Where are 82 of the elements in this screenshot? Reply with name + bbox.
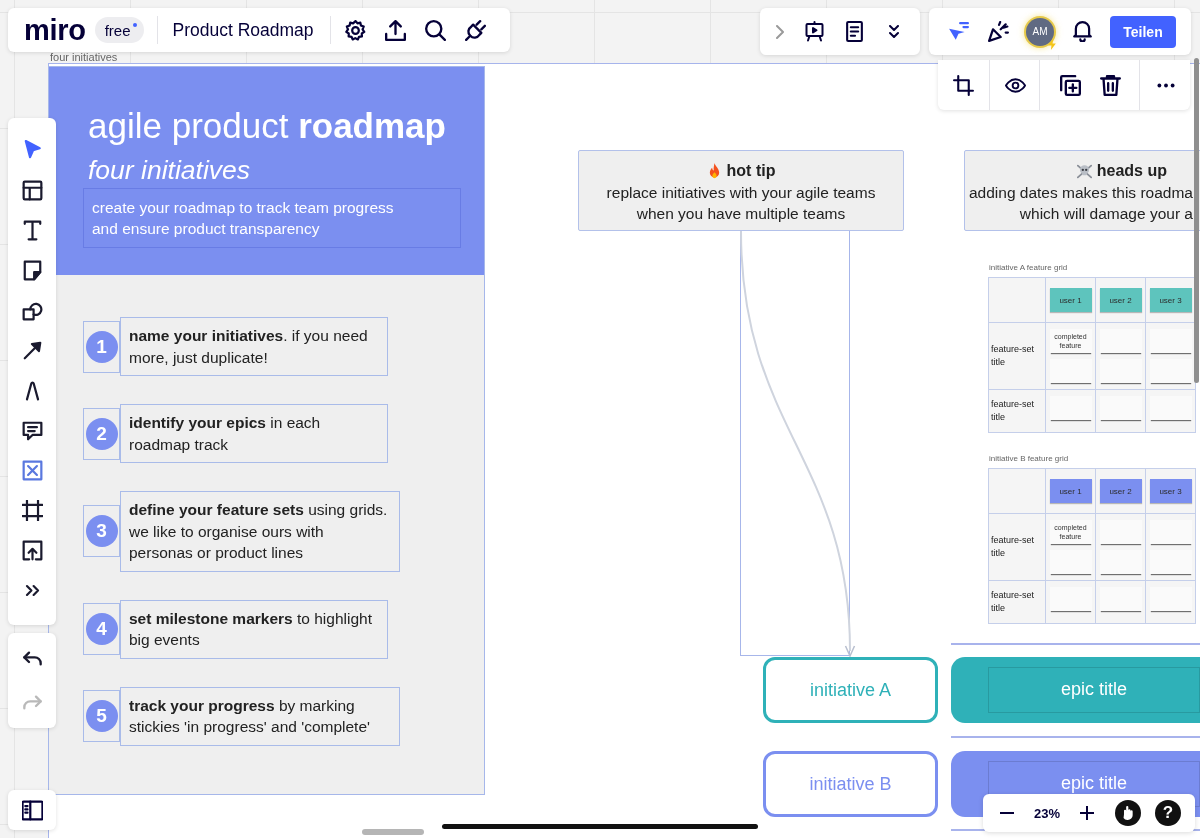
help-button[interactable]: ? <box>1155 800 1181 826</box>
bell-icon <box>1071 21 1093 42</box>
minus-icon <box>999 812 1015 814</box>
user-avatar[interactable]: AM <box>1026 17 1054 46</box>
row-label: feature-set title <box>989 581 1045 623</box>
trash-icon <box>1099 74 1121 96</box>
plan-badge[interactable]: free <box>94 17 144 43</box>
settings-icon <box>345 19 367 41</box>
vertical-scrollbar[interactable] <box>1194 58 1199 383</box>
skull-icon <box>1076 162 1092 180</box>
more-icon <box>1157 82 1175 88</box>
sticky-note <box>1049 550 1092 574</box>
sticky-note <box>1049 359 1092 383</box>
row-label: feature-set title <box>989 390 1045 432</box>
note-heading: heads up <box>1096 161 1167 181</box>
user-sticky: user 1 <box>1049 479 1092 503</box>
sticky-note <box>1049 396 1092 420</box>
step-text: name your initiatives. if you need more, just duplicate! <box>120 317 388 376</box>
grid-title: initiative B feature grid <box>988 454 1069 464</box>
search-icon <box>425 19 447 41</box>
sticky-note <box>1099 520 1142 544</box>
step-number: 2 <box>85 417 118 450</box>
note-text: adding dates makes this roadma which will damage your a <box>968 183 1194 224</box>
sidebar-icon <box>21 799 43 821</box>
hand-tool[interactable] <box>1115 800 1141 826</box>
user-sticky: user 1 <box>1049 288 1092 312</box>
user-sticky: user 3 <box>1149 479 1192 503</box>
step-number: 4 <box>85 613 118 645</box>
board-subtitle: four initiatives <box>88 154 250 186</box>
initiative-card: initiative B <box>763 751 938 817</box>
sticky-note <box>1149 359 1192 383</box>
note-text: replace initiatives with your agile teams when you have multiple teams <box>606 183 876 224</box>
sticky-note <box>1099 587 1142 611</box>
plus-icon <box>1079 805 1095 821</box>
double-chevron-down-icon <box>889 25 899 38</box>
epic-title: epic title <box>1061 773 1127 793</box>
sticky-note <box>1149 329 1192 353</box>
crop-icon <box>952 74 974 96</box>
sticky-note <box>1149 550 1192 574</box>
plug-icon <box>465 19 487 41</box>
duplicate-icon <box>1059 74 1081 96</box>
step-number: 1 <box>85 330 118 363</box>
board-description: create your roadmap to track team progress and ensure product transparency <box>83 188 461 248</box>
board-heading: agile product roadmap <box>88 106 446 146</box>
user-sticky: user 2 <box>1099 479 1142 503</box>
step-text: define your feature sets using grids. we like to organise ours with personas or product lines <box>120 491 400 572</box>
logo[interactable]: miro <box>24 15 86 45</box>
zoom-level: 23% <box>1033 805 1061 821</box>
initiative-card: initiative A <box>763 657 938 723</box>
sticky-note <box>1099 396 1142 420</box>
step-text: identify your epics in each roadmap track <box>120 404 388 463</box>
lightning-icon <box>1048 38 1056 50</box>
sticky-note <box>1149 520 1192 544</box>
step-text: track your progress by marking stickies 'in progress' and 'complete' <box>120 686 400 746</box>
sticky-note <box>1099 329 1142 353</box>
sticky-note <box>1049 587 1092 611</box>
frame-label: four initiatives <box>50 52 118 63</box>
sticky-note <box>1099 359 1142 383</box>
step-number: 3 <box>85 515 118 548</box>
upload-icon <box>385 19 407 41</box>
cursor-icon <box>947 21 969 42</box>
user-sticky: user 2 <box>1099 288 1142 312</box>
share-button[interactable]: Teilen <box>1110 15 1176 48</box>
row-label: feature-set title <box>989 323 1045 389</box>
grid-title: initiative A feature grid <box>988 263 1068 273</box>
horizontal-scrollbar[interactable] <box>362 829 424 835</box>
board-title[interactable]: Product Roadmap <box>172 19 314 41</box>
sticky-note <box>1149 396 1192 420</box>
step-text: set milestone markers to highlight big events <box>120 599 388 659</box>
sticky-note <box>1149 587 1192 611</box>
presentation-board-icon <box>803 21 825 42</box>
party-popper-icon <box>987 21 1009 42</box>
note-heading: hot tip <box>726 161 776 181</box>
document-icon <box>843 21 865 42</box>
epic-title: epic title <box>1061 679 1127 699</box>
step-number: 5 <box>85 700 118 732</box>
chevron-right-icon <box>776 24 784 39</box>
hand-icon <box>1115 800 1141 826</box>
user-sticky: user 3 <box>1149 288 1192 312</box>
sticky-note <box>1099 550 1142 574</box>
notification-dot-icon <box>132 23 137 27</box>
row-label: feature-set title <box>989 514 1045 580</box>
